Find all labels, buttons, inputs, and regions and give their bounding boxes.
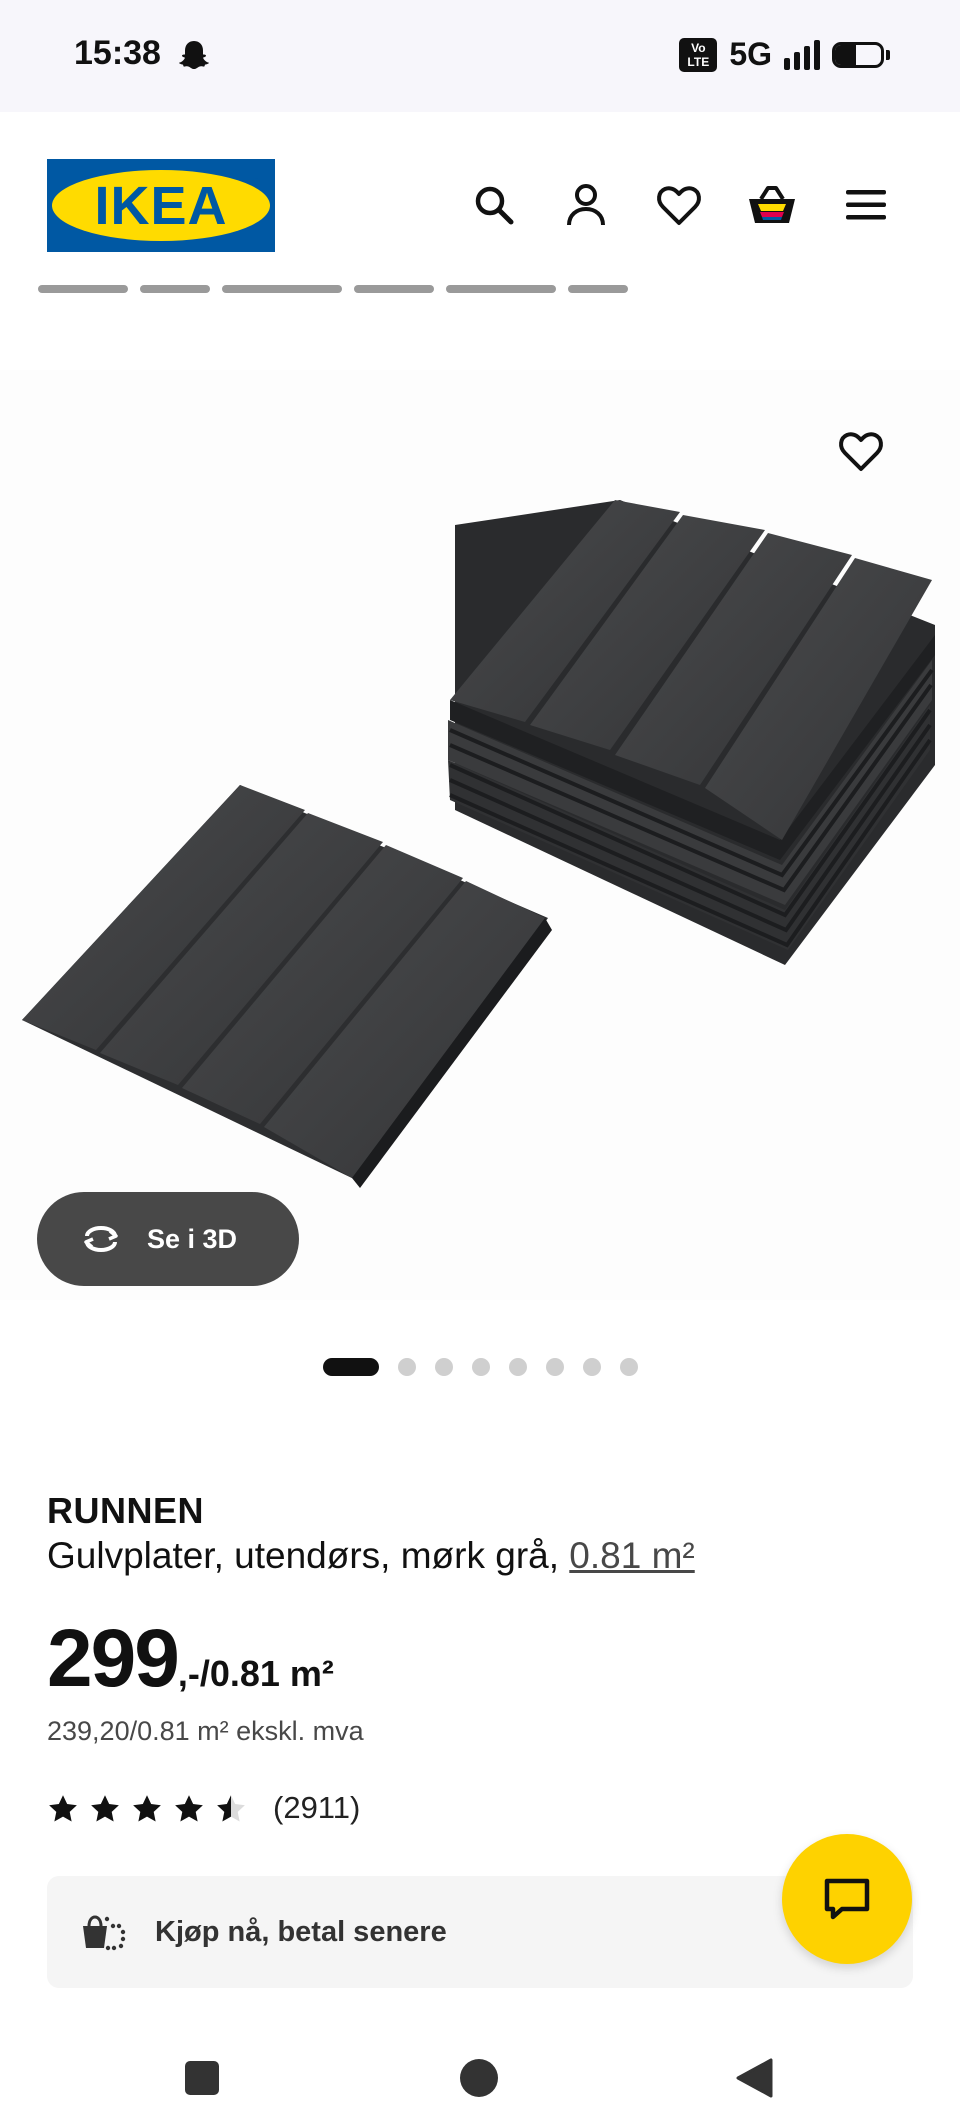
- account-icon[interactable]: [558, 177, 614, 233]
- price-amount: 299: [47, 1613, 180, 1704]
- search-icon[interactable]: [466, 177, 522, 233]
- system-navigation-bar: [0, 2030, 960, 2126]
- carousel-dot[interactable]: [434, 1358, 453, 1376]
- add-to-wishlist-icon[interactable]: [838, 430, 894, 486]
- logo-registered-mark: ®: [252, 177, 260, 188]
- rating-stars: [47, 1793, 247, 1823]
- product-name: RUNNEN: [47, 1490, 205, 1531]
- star-icon: [217, 1795, 245, 1822]
- home-button[interactable]: [455, 2054, 503, 2102]
- back-button[interactable]: [730, 2054, 778, 2102]
- rotate-3d-icon: [84, 1226, 118, 1252]
- price-unit: ,-/0.81 m²: [177, 1653, 334, 1694]
- network-type: 5G: [729, 36, 772, 72]
- logo-oval: IKEA: [52, 170, 270, 241]
- status-bar: 15:38 Vo LTE 5G: [0, 0, 960, 112]
- view-in-3d-button[interactable]: Se i 3D: [37, 1192, 299, 1286]
- star-icon: [133, 1795, 161, 1822]
- signal-icon: [784, 39, 820, 70]
- recent-apps-button[interactable]: [178, 2054, 226, 2102]
- carousel-dot[interactable]: [582, 1358, 601, 1376]
- status-indicators: Vo LTE 5G: [679, 36, 890, 73]
- payment-bag-icon: [83, 1915, 126, 1951]
- status-time: 15:38: [74, 34, 161, 72]
- carousel-dot-active[interactable]: [322, 1358, 379, 1376]
- chat-button[interactable]: [782, 1834, 912, 1964]
- size-link[interactable]: 0.81 m²: [569, 1535, 694, 1576]
- product-description: Gulvplater, utendørs, mørk grå, 0.81 m²: [47, 1535, 695, 1577]
- carousel-dot[interactable]: [619, 1358, 638, 1376]
- scrolled-text-fragment: [38, 280, 738, 296]
- view-in-3d-label: Se i 3D: [147, 1223, 238, 1254]
- tile-stack: [448, 500, 935, 965]
- volte-badge: Vo LTE: [679, 37, 718, 72]
- ikea-logo[interactable]: IKEA ®: [47, 159, 275, 252]
- wishlist-icon[interactable]: [651, 177, 707, 233]
- single-tile: [22, 785, 552, 1188]
- review-count: (2911): [273, 1790, 361, 1825]
- chat-icon: [824, 1878, 870, 1920]
- product-image: [22, 500, 935, 1188]
- star-icon: [49, 1795, 77, 1822]
- star-icon: [175, 1795, 203, 1822]
- snapchat-icon: [179, 41, 209, 69]
- carousel-dot[interactable]: [397, 1358, 416, 1376]
- product-price: 299 ,-/0.81 m²: [47, 1612, 334, 1706]
- product-description-text: Gulvplater, utendørs, mørk grå,: [47, 1535, 570, 1576]
- carousel-dot[interactable]: [471, 1358, 490, 1376]
- battery-tip: [886, 49, 890, 60]
- buy-now-pay-later-label: Kjøp nå, betal senere: [155, 1915, 447, 1948]
- carousel-dot[interactable]: [545, 1358, 564, 1376]
- logo-text: IKEA: [94, 175, 228, 236]
- site-header: IKEA ®: [0, 112, 960, 297]
- cart-icon[interactable]: [744, 177, 800, 233]
- product-gallery[interactable]: Se i 3D: [0, 370, 960, 1300]
- star-icon: [91, 1795, 119, 1822]
- price-ex-vat: 239,20/0.81 m² ekskl. mva: [47, 1716, 364, 1746]
- menu-icon[interactable]: [838, 177, 894, 233]
- carousel-dot[interactable]: [508, 1358, 527, 1376]
- battery-icon: [832, 41, 884, 68]
- carousel-pagination[interactable]: [0, 1358, 960, 1376]
- product-rating[interactable]: (2911): [47, 1790, 360, 1826]
